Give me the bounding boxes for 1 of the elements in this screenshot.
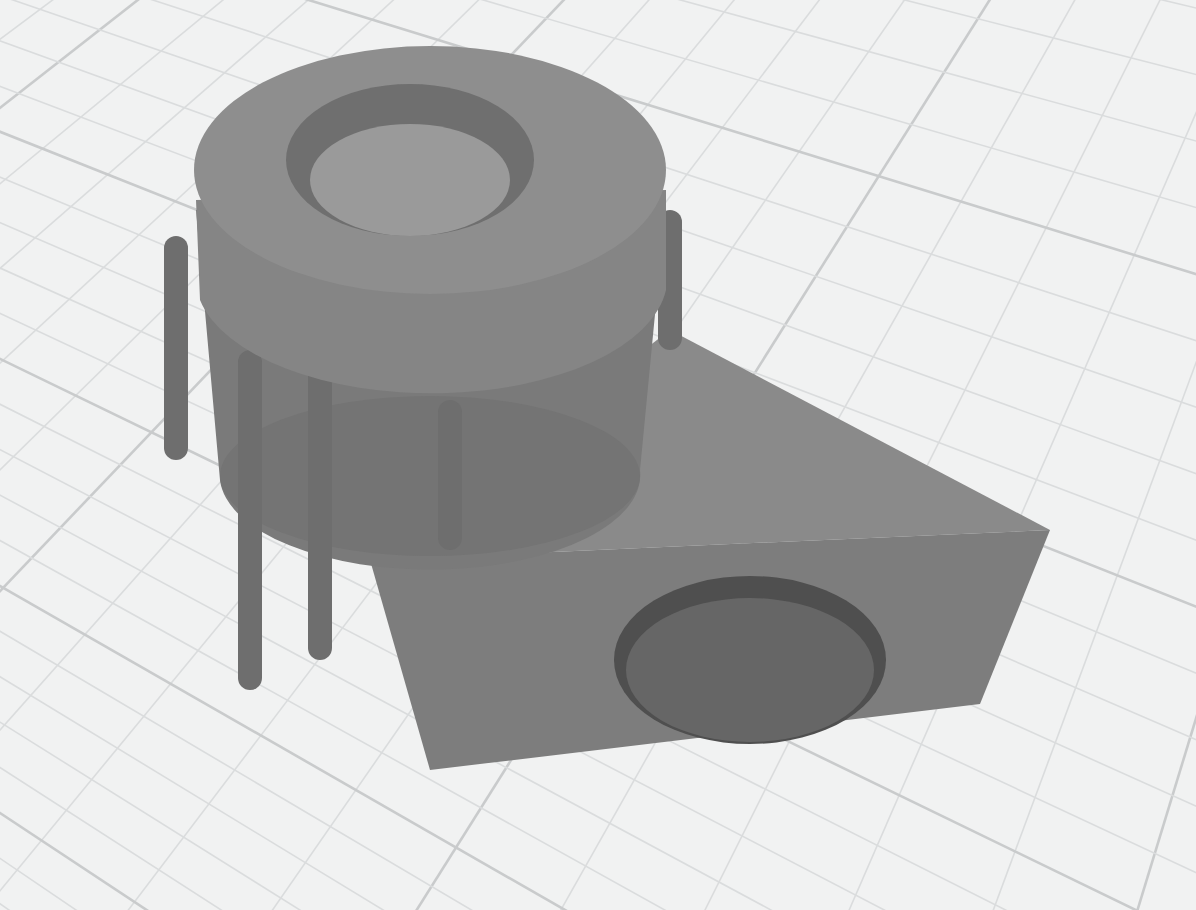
3d-viewport[interactable]: [0, 0, 1196, 910]
